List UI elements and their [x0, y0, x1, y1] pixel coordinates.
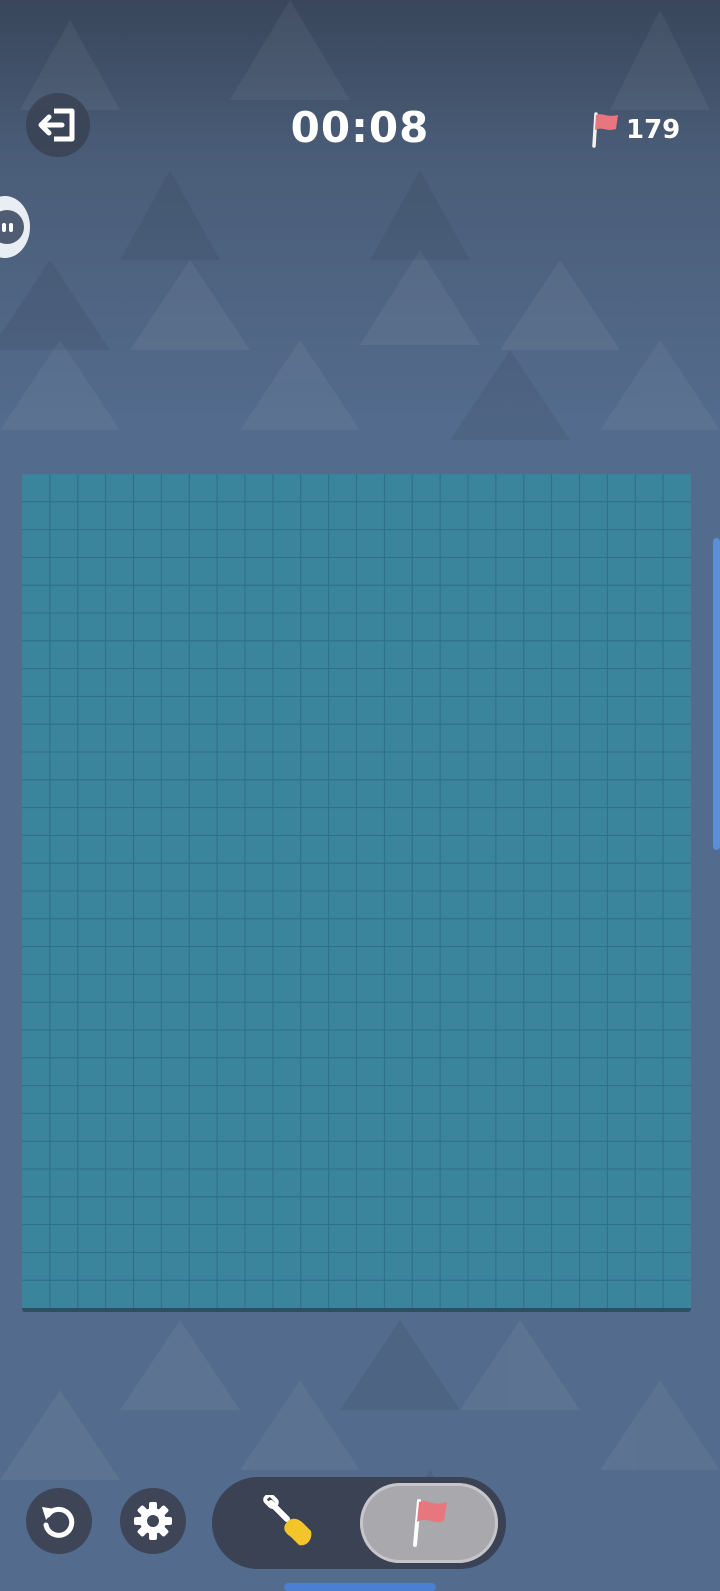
shovel-icon [263, 1495, 312, 1546]
flag-mode-button[interactable] [360, 1483, 498, 1563]
scrollbar[interactable] [713, 538, 720, 850]
flag-icon [413, 1499, 447, 1547]
undo-button[interactable] [26, 1488, 92, 1554]
flag-icon [592, 112, 618, 148]
dig-mode-button[interactable] [226, 1485, 356, 1561]
gear-icon [134, 1502, 172, 1540]
minefield-board[interactable] [22, 474, 691, 1308]
chat-bubble-icon [0, 210, 24, 244]
exit-icon [38, 108, 75, 142]
bottom-toolbar [0, 1470, 720, 1591]
game-timer: 00:08 [290, 103, 430, 152]
mode-toggle[interactable] [212, 1477, 506, 1569]
undo-icon [42, 1506, 75, 1538]
flag-counter: 179 [592, 108, 680, 152]
top-bar: 00:08 179 [0, 0, 720, 180]
settings-button[interactable] [120, 1488, 186, 1554]
home-indicator[interactable] [284, 1583, 436, 1591]
exit-button[interactable] [26, 93, 90, 157]
flag-count: 179 [626, 115, 681, 145]
